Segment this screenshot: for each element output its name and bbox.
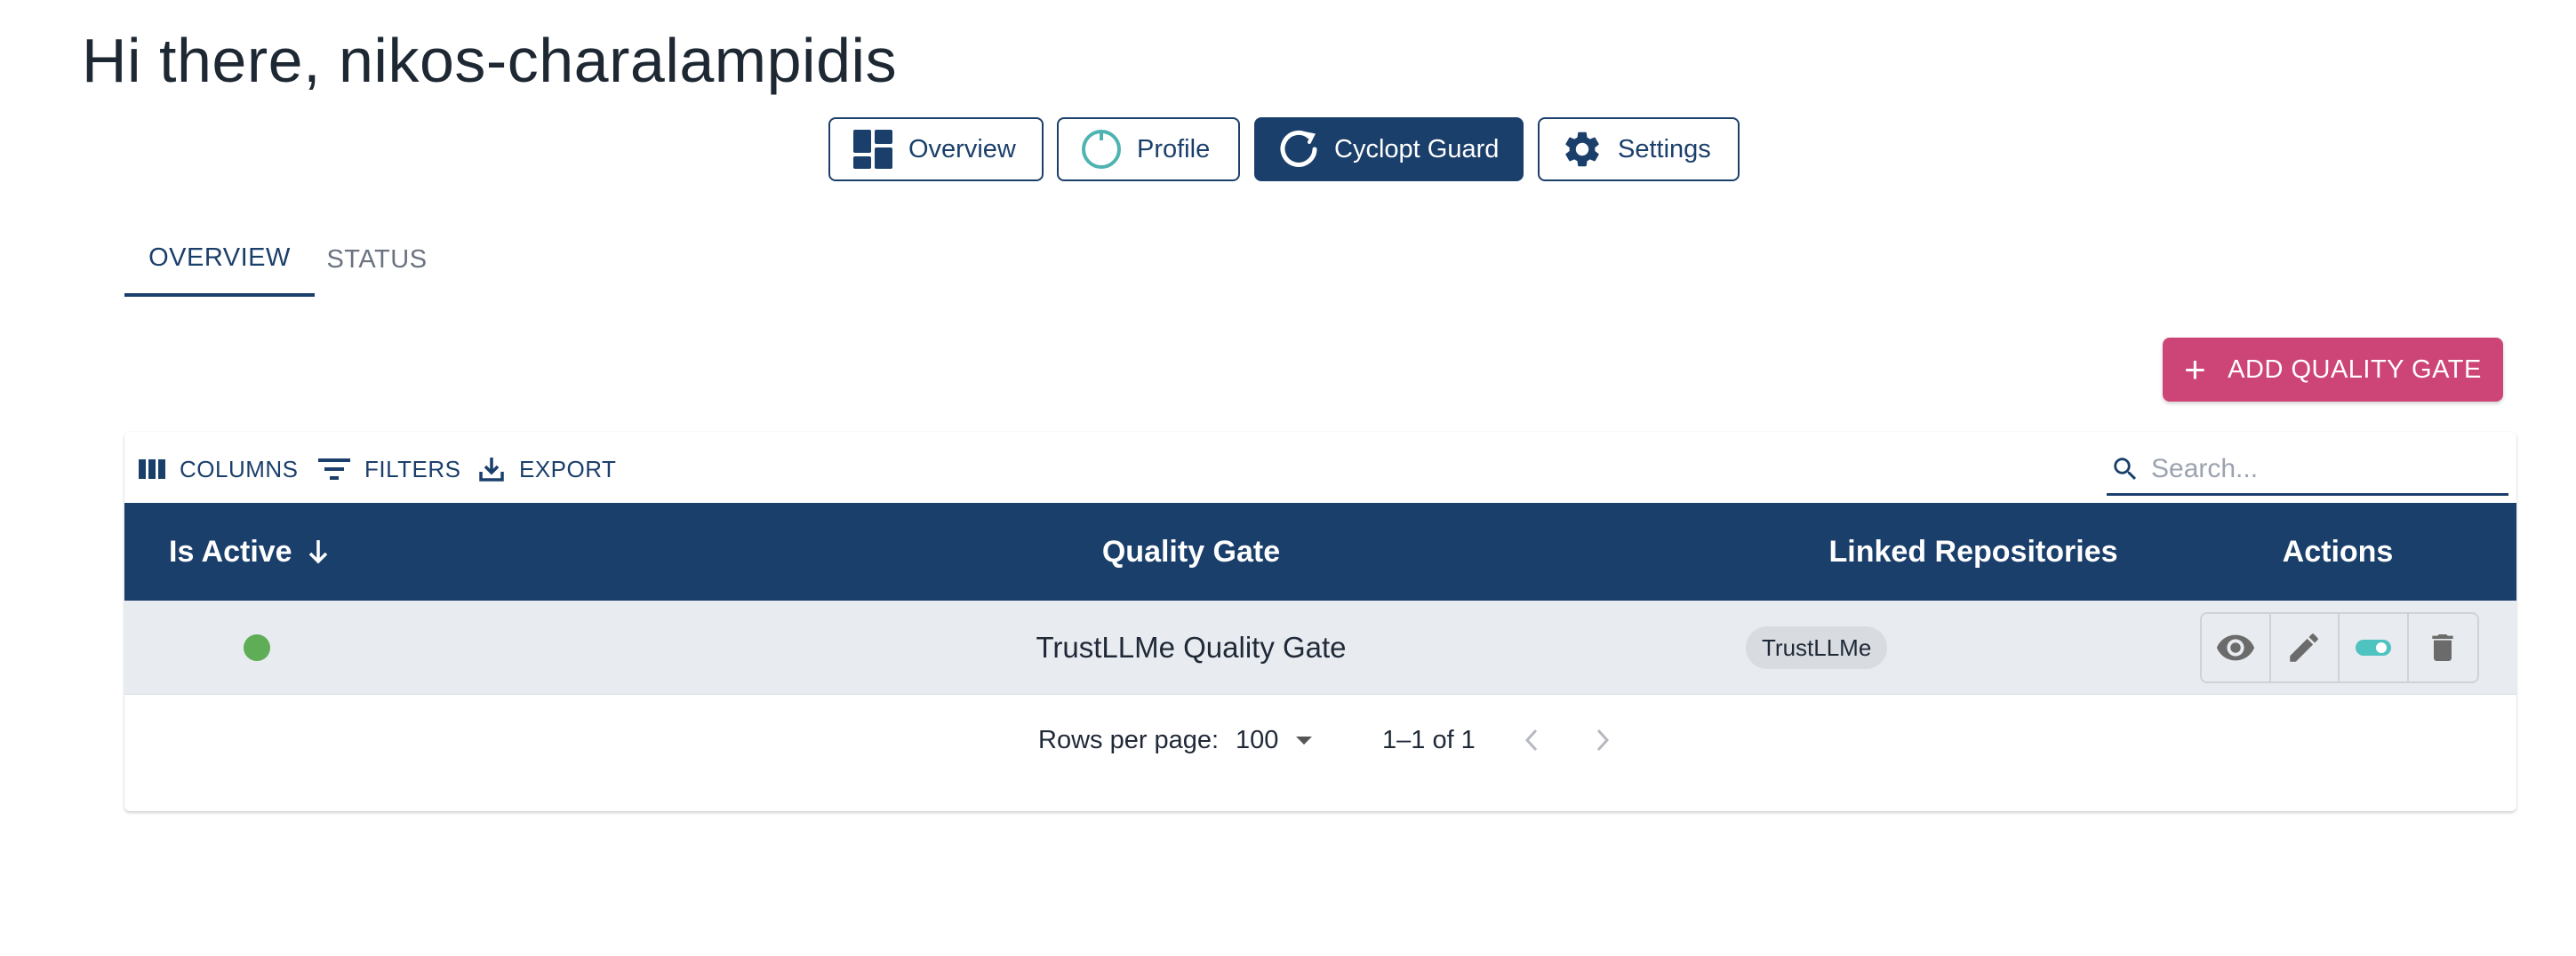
nav-overview-button[interactable]: Overview	[828, 117, 1044, 181]
next-page-button[interactable]	[1593, 696, 1612, 785]
quality-gate-cell: TrustLLMe Quality Gate	[1036, 631, 1347, 664]
rows-per-page-value: 100	[1236, 725, 1279, 754]
header-quality-gate[interactable]: Quality Gate	[747, 503, 1636, 601]
main-nav: Overview Profile Cyclopt Guard Settings	[0, 117, 2576, 183]
toggle-icon	[2355, 640, 2391, 656]
page-title: Hi there, nikos-charalampidis	[82, 26, 898, 95]
delete-button[interactable]	[2409, 614, 2477, 681]
header-actions: Actions	[2282, 534, 2394, 569]
columns-button[interactable]: COLUMNS	[139, 450, 299, 489]
is-active-cell	[244, 601, 270, 695]
edit-button[interactable]	[2271, 614, 2340, 681]
search-input[interactable]	[2151, 453, 2489, 484]
search-field[interactable]	[2107, 444, 2508, 496]
previous-page-button[interactable]	[1522, 696, 1541, 785]
export-label: EXPORT	[519, 455, 617, 482]
quality-gates-grid: COLUMNS FILTERS EXPORT Is Activ	[124, 432, 2516, 811]
search-icon	[2114, 457, 2137, 480]
columns-label: COLUMNS	[180, 455, 299, 482]
nav-profile-label: Profile	[1137, 134, 1211, 163]
trash-icon	[2432, 634, 2453, 661]
nav-cyclopt-guard-label: Cyclopt Guard	[1334, 134, 1500, 163]
view-button[interactable]	[2202, 614, 2271, 681]
eye-icon	[2216, 634, 2254, 661]
export-button[interactable]: EXPORT	[478, 450, 616, 489]
pagination: Rows per page: 100 1–1 of 1	[124, 696, 2516, 785]
columns-icon	[139, 459, 165, 479]
table-row[interactable]: TrustLLMe Quality Gate TrustLLMe	[124, 601, 2516, 695]
linked-repositories-cell: TrustLLMe	[1746, 601, 1888, 695]
tab-overview[interactable]: OVERVIEW	[124, 222, 315, 297]
add-quality-gate-label: ADD QUALITY GATE	[2228, 355, 2482, 384]
tab-status[interactable]: STATUS	[315, 222, 439, 297]
rows-per-page-label: Rows per page:	[1038, 725, 1220, 754]
header-is-active-label: Is Active	[169, 534, 292, 569]
toggle-active-button[interactable]	[2340, 614, 2409, 681]
repository-chip: TrustLLMe	[1746, 626, 1888, 669]
arrow-down-icon	[308, 540, 327, 564]
download-icon	[479, 458, 504, 482]
header-linked-repositories[interactable]: Linked Repositories	[1787, 503, 2160, 601]
chevron-right-icon	[1596, 729, 1610, 752]
guard-icon	[1277, 128, 1320, 171]
filter-icon	[318, 458, 350, 480]
active-status-dot	[244, 634, 270, 661]
pencil-icon	[2290, 633, 2319, 662]
nav-profile-button[interactable]: Profile	[1057, 117, 1240, 181]
grid-toolbar: COLUMNS FILTERS EXPORT	[124, 432, 2516, 503]
pagination-range: 1–1 of 1	[1382, 725, 1476, 754]
circle-icon	[1080, 128, 1123, 171]
table-header: Is Active Quality Gate Linked Repositori…	[124, 503, 2516, 601]
dropdown-arrow-icon	[1296, 737, 1313, 745]
rows-per-page-select[interactable]: 100	[1236, 696, 1314, 785]
filters-button[interactable]: FILTERS	[318, 450, 460, 489]
chevron-left-icon	[1524, 729, 1538, 752]
header-is-active[interactable]: Is Active	[169, 503, 332, 601]
row-actions	[2200, 612, 2479, 683]
dashboard-icon	[852, 128, 894, 171]
gear-icon	[1561, 128, 1604, 171]
nav-settings-button[interactable]: Settings	[1538, 117, 1740, 181]
nav-cyclopt-guard-button[interactable]: Cyclopt Guard	[1254, 117, 1524, 181]
plus-icon: +	[2184, 348, 2207, 390]
nav-settings-label: Settings	[1618, 134, 1711, 163]
add-quality-gate-button[interactable]: + ADD QUALITY GATE	[2163, 338, 2503, 402]
filters-label: FILTERS	[364, 455, 461, 482]
nav-overview-label: Overview	[908, 134, 1016, 163]
